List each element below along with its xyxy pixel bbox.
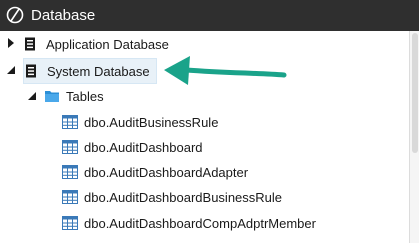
- table-icon: [62, 140, 78, 154]
- tree-item-application-database[interactable]: Application Database: [24, 32, 169, 56]
- tree-item-label: System Database: [47, 63, 150, 79]
- collapse-arrow-icon[interactable]: [6, 65, 16, 75]
- tree-item-label: Application Database: [46, 36, 169, 52]
- table-icon: [62, 115, 78, 129]
- tree-item-table[interactable]: dbo.AuditBusinessRule: [62, 110, 218, 134]
- tree-item-label: dbo.AuditDashboardBusinessRule: [84, 189, 283, 205]
- table-icon: [62, 165, 78, 179]
- tree-item-label: Tables: [66, 88, 104, 104]
- table-icon: [62, 190, 78, 204]
- tree-item-table[interactable]: dbo.AuditDashboardBusinessRule: [62, 185, 282, 209]
- tree-item-label: dbo.AuditDashboard: [84, 139, 203, 155]
- tree-item-table[interactable]: dbo.AuditDashboard: [62, 135, 203, 159]
- database-icon: [25, 37, 35, 51]
- title-bar: Database: [0, 0, 419, 31]
- scrollbar-thumb[interactable]: [412, 33, 418, 153]
- expand-arrow-icon[interactable]: [6, 38, 16, 48]
- onestream-logo-icon: [6, 6, 24, 24]
- tree-item-table[interactable]: dbo.AuditDashboardCompAdptrMember: [62, 211, 316, 235]
- tree-item-table[interactable]: dbo.AuditDashboardAdapter: [62, 160, 248, 184]
- tree-item-label: dbo.AuditDashboardCompAdptrMember: [84, 215, 316, 231]
- vertical-scrollbar[interactable]: [409, 31, 419, 243]
- database-icon: [26, 64, 36, 78]
- tree-item-tables-folder[interactable]: Tables: [44, 84, 104, 108]
- tree-item-label: dbo.AuditDashboardAdapter: [84, 164, 249, 180]
- table-icon: [62, 216, 78, 230]
- folder-icon: [45, 91, 59, 102]
- tree-item-system-database[interactable]: System Database: [23, 58, 157, 84]
- database-tree[interactable]: Application Database System Database Tab…: [0, 31, 419, 243]
- window-title: Database: [31, 7, 96, 24]
- collapse-arrow-icon[interactable]: [27, 91, 37, 101]
- tree-item-label: dbo.AuditBusinessRule: [84, 114, 219, 130]
